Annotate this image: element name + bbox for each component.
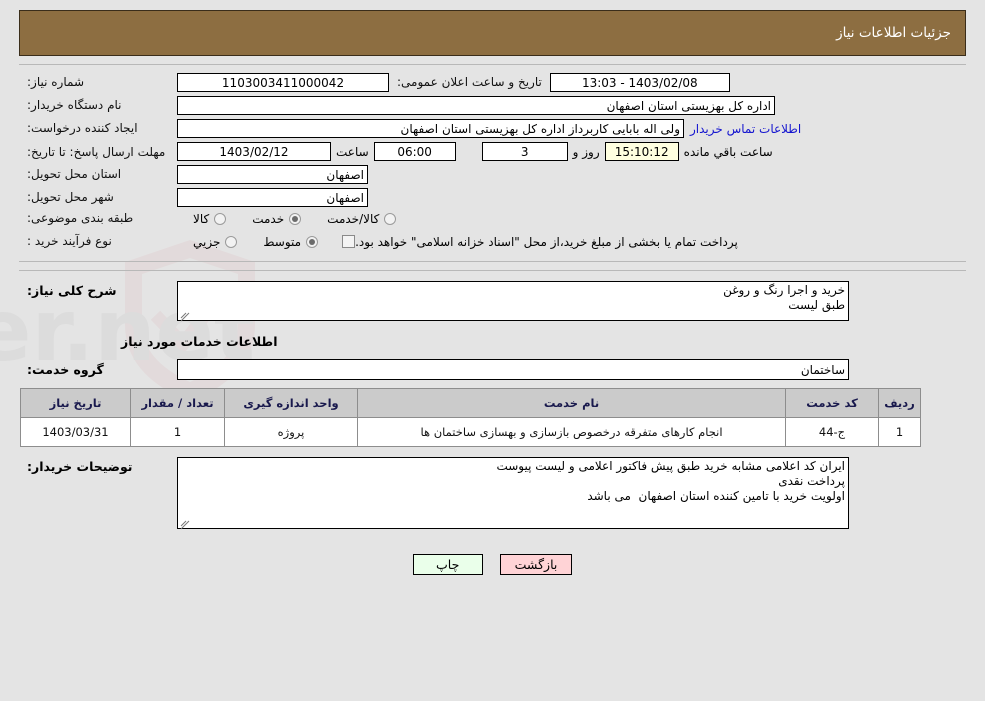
radio-icon[interactable]: [214, 212, 227, 225]
delivery-province-label: استان محل تحویل:: [27, 167, 122, 181]
category-option-0[interactable]: کالا: [193, 211, 227, 226]
col-header-qty: تعداد / مقدار: [130, 388, 225, 418]
days-label: روز و: [572, 144, 600, 159]
cell-radif: 1: [878, 417, 921, 447]
deadline-label: مهلت ارسال پاسخ: تا تاریخ:: [27, 144, 166, 159]
countdown-suffix-label: ساعت باقي مانده: [683, 144, 773, 159]
process-option-0[interactable]: جزيي: [193, 234, 238, 249]
page-header-bar: جزئیات اطلاعات نیاز: [19, 10, 966, 56]
table-header-row: ردیف کد خدمت نام خدمت واحد اندازه گیری ت…: [20, 388, 921, 418]
process-radio-group: متوسط جزيي: [177, 234, 319, 249]
col-header-unit: واحد اندازه گیری: [224, 388, 358, 418]
process-label: نوع فرآیند خرید :: [27, 234, 112, 248]
category-option-2-label: کالا/خدمت: [327, 211, 380, 226]
requester-label: ایجاد کننده درخواست:: [27, 121, 138, 135]
category-option-0-label: کالا: [193, 211, 210, 226]
row-need-number: تاریخ و ساعت اعلان عمومی: شماره نیاز:: [19, 73, 966, 92]
buyer-org-input[interactable]: [177, 96, 775, 115]
back-button[interactable]: بازگشت: [499, 554, 573, 575]
days-remaining-input: [481, 142, 568, 161]
row-province: استان محل تحویل:: [19, 165, 966, 184]
action-button-bar: بازگشت چاپ: [0, 554, 985, 575]
row-buyer-org: نام دستگاه خریدار:: [19, 96, 966, 115]
radio-icon[interactable]: [289, 212, 302, 225]
row-description: خرید و اجرا رنگ و روغن طبق لیست شرح کلی …: [19, 281, 966, 324]
treasury-checkbox[interactable]: [342, 235, 356, 248]
radio-icon[interactable]: [306, 235, 319, 248]
row-service-group: گروه خدمت:: [19, 359, 966, 380]
services-table: ردیف کد خدمت نام خدمت واحد اندازه گیری ت…: [20, 388, 921, 447]
category-option-1[interactable]: خدمت: [252, 211, 302, 226]
hour-label: ساعت: [336, 144, 369, 159]
page-title: جزئیات اطلاعات نیاز: [836, 25, 951, 41]
general-description-textarea[interactable]: خرید و اجرا رنگ و روغن طبق لیست: [177, 281, 849, 321]
treasury-checkbox-text: پرداخت تمام یا بخشی از مبلغ خرید،از محل …: [355, 234, 738, 249]
services-panel: خرید و اجرا رنگ و روغن طبق لیست شرح کلی …: [19, 270, 966, 540]
table-row: 1 ج-44 انجام کارهای متفرقه درخصوص بازساز…: [20, 417, 921, 447]
deadline-date-input[interactable]: [177, 142, 331, 161]
service-group-input[interactable]: [177, 359, 849, 380]
row-buyer-notes: ایران کد اعلامی مشابه خرید طبق پیش فاکتو…: [19, 457, 966, 532]
delivery-city-input[interactable]: [177, 188, 368, 207]
cell-unit: پروژه: [224, 417, 358, 447]
print-button[interactable]: چاپ: [412, 554, 483, 575]
col-header-code: کد خدمت: [785, 388, 879, 418]
radio-icon[interactable]: [384, 212, 397, 225]
col-header-radif: ردیف: [878, 388, 921, 418]
countdown-timer: [604, 142, 679, 161]
need-number-label: شماره نیاز:: [27, 75, 84, 89]
service-group-label: گروه خدمت:: [27, 362, 104, 377]
buyer-org-label: نام دستگاه خریدار:: [27, 98, 122, 112]
buyer-notes-label: توضیحات خریدار:: [27, 459, 133, 474]
cell-name: انجام کارهای متفرقه درخصوص بازسازی و بهس…: [357, 417, 786, 447]
category-option-2[interactable]: کالا/خدمت: [327, 211, 397, 226]
requester-input[interactable]: [177, 119, 684, 138]
services-section-heading: اطلاعات خدمات مورد نیاز: [121, 334, 278, 349]
need-number-input[interactable]: [177, 73, 389, 92]
cell-code: ج-44: [785, 417, 879, 447]
cell-qty: 1: [130, 417, 225, 447]
cell-date: 1403/03/31: [20, 417, 131, 447]
announce-datetime-label: تاریخ و ساعت اعلان عمومی:: [397, 75, 542, 89]
deadline-hour-input: [373, 142, 456, 161]
process-option-1[interactable]: متوسط: [263, 234, 319, 249]
col-header-date: تاریخ نیاز: [20, 388, 131, 418]
delivery-city-label: شهر محل تحویل:: [27, 190, 114, 204]
category-option-1-label: خدمت: [252, 211, 285, 226]
buyer-notes-textarea[interactable]: ایران کد اعلامی مشابه خرید طبق پیش فاکتو…: [177, 457, 849, 529]
delivery-province-input[interactable]: [177, 165, 368, 184]
category-label: طبقه بندی موضوعی:: [27, 211, 134, 225]
row-category: کالا/خدمت خدمت کالا طبقه بندی موضوعی:: [19, 211, 966, 226]
col-header-name: نام خدمت: [357, 388, 786, 418]
row-requester: اطلاعات تماس خریدار ایجاد کننده درخواست:: [19, 119, 966, 138]
row-deadline: ساعت باقي مانده روز و ساعت مهلت ارسال پا…: [19, 142, 966, 161]
row-process-type: پرداخت تمام یا بخشی از مبلغ خرید،از محل …: [19, 234, 966, 249]
process-option-1-label: متوسط: [263, 234, 302, 249]
need-info-panel: تاریخ و ساعت اعلان عمومی: شماره نیاز: نا…: [19, 64, 966, 262]
process-option-0-label: جزيي: [193, 234, 221, 249]
radio-icon[interactable]: [225, 235, 238, 248]
buyer-contact-link[interactable]: اطلاعات تماس خریدار: [684, 122, 807, 136]
category-radio-group: کالا/خدمت خدمت کالا: [177, 211, 397, 226]
general-description-label: شرح کلی نیاز:: [27, 283, 117, 298]
row-city: شهر محل تحویل:: [19, 188, 966, 207]
announce-datetime-input[interactable]: [549, 73, 730, 92]
